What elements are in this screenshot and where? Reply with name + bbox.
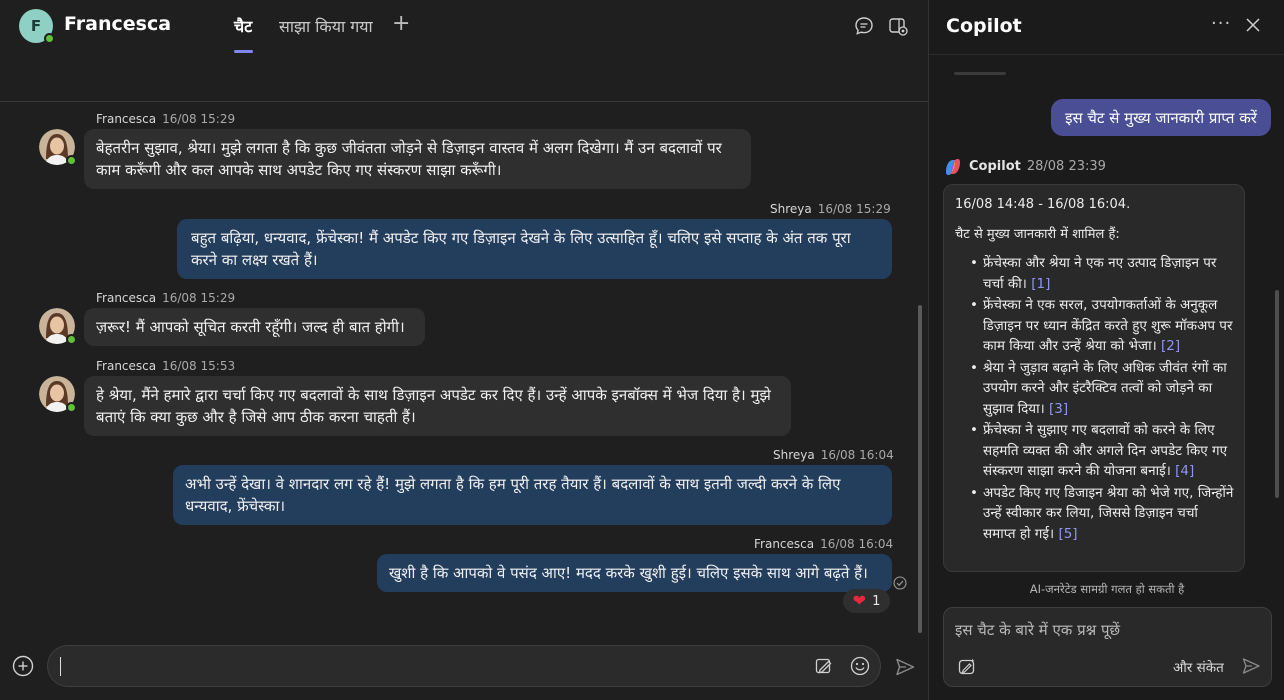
tab-chat[interactable]: चैट bbox=[234, 15, 252, 37]
avatar[interactable] bbox=[39, 376, 77, 413]
message-time: 16/08 16:04 bbox=[820, 537, 894, 551]
answer-point-text: श्रेया ने जुड़ाव बढ़ाने के लिए अधिक जीवं… bbox=[983, 359, 1227, 417]
more-icon[interactable]: ··· bbox=[1211, 13, 1231, 34]
citation-link[interactable]: [5] bbox=[1058, 526, 1077, 542]
compose-input[interactable] bbox=[58, 652, 798, 680]
message-sender: Shreya bbox=[773, 448, 815, 462]
add-tab-icon[interactable]: + bbox=[392, 12, 410, 36]
emoji-icon[interactable] bbox=[850, 656, 870, 676]
compose-box bbox=[47, 645, 881, 687]
message-bubble[interactable]: खुशी है कि आपको वे पसंद आए! मदद करके खुश… bbox=[377, 554, 892, 592]
message-time: 16/08 15:29 bbox=[817, 202, 891, 216]
list-item: फ्रेंचेस्का और श्रेया ने एक नए उत्पाद डि… bbox=[955, 253, 1234, 294]
copilot-question-input[interactable] bbox=[955, 618, 1255, 642]
message-sender: Shreya bbox=[770, 202, 812, 216]
answer-point-text: फ्रेंचेस्का ने एक सरल, उपयोगकर्ताओं के अ… bbox=[983, 297, 1233, 354]
citation-link[interactable]: [1] bbox=[1031, 276, 1050, 292]
message-bubble[interactable]: बहुत बढ़िया, धन्यवाद, फ्रेंचेस्का! मैं अ… bbox=[177, 219, 892, 279]
message-bubble[interactable]: बेहतरीन सुझाव, श्रेया। मुझे लगता है कि क… bbox=[84, 129, 751, 189]
faded-previous-text bbox=[954, 72, 1006, 75]
message-meta: Shreya 16/08 16:04 bbox=[773, 448, 894, 462]
heart-icon: ❤ bbox=[852, 591, 867, 610]
reaction-pill[interactable]: ❤ 1 bbox=[843, 589, 890, 613]
send-icon[interactable] bbox=[894, 656, 916, 678]
message-meta: Francesca 16/08 15:29 bbox=[96, 291, 235, 305]
ai-disclaimer: AI-जनरेटेड सामग्री गलत हो सकती है bbox=[1029, 582, 1185, 596]
message-time: 16/08 15:29 bbox=[162, 291, 236, 305]
contact-avatar[interactable]: F bbox=[19, 9, 55, 44]
list-item: श्रेया ने जुड़ाव बढ़ाने के लिए अधिक जीवं… bbox=[955, 358, 1234, 420]
answer-range: 16/08 14:48 - 16/08 16:04. bbox=[955, 197, 1131, 212]
chat-pane: F Francesca चैट साझा किया गया + Francesc… bbox=[0, 0, 928, 700]
chat-scrollbar[interactable] bbox=[918, 305, 922, 633]
message-bubble[interactable]: अभी उन्हें देखा। वे शानदार लग रहे हैं! म… bbox=[173, 465, 892, 525]
reaction-count: 1 bbox=[872, 593, 881, 609]
copilot-answer-card: 16/08 14:48 - 16/08 16:04. चैट से मुख्य … bbox=[943, 184, 1245, 572]
add-attachment-icon[interactable] bbox=[12, 655, 34, 677]
copilot-logo-icon bbox=[946, 159, 960, 175]
list-item: अपडेट किए गए डिजाइन श्रेया को भेजे गए, ज… bbox=[955, 483, 1234, 545]
contact-initial: F bbox=[30, 17, 42, 35]
citation-link[interactable]: [2] bbox=[1161, 338, 1180, 354]
answer-list: फ्रेंचेस्का और श्रेया ने एक नए उत्पाद डि… bbox=[955, 253, 1234, 544]
copilot-ask-box: और संकेत bbox=[943, 607, 1272, 687]
more-prompts-button[interactable]: और संकेत bbox=[1173, 658, 1224, 676]
answer-point-text: फ्रेंचेस्का और श्रेया ने एक नए उत्पाद डि… bbox=[983, 255, 1217, 292]
chat-divider bbox=[0, 101, 928, 102]
text-caret bbox=[60, 657, 61, 676]
citation-link[interactable]: [4] bbox=[1175, 463, 1194, 479]
message-sender: Francesca bbox=[96, 291, 157, 305]
message-meta: Francesca 16/08 16:04 bbox=[754, 537, 893, 551]
list-item: फ्रेंचेस्का ने एक सरल, उपयोगकर्ताओं के अ… bbox=[955, 295, 1234, 357]
copilot-scrollbar[interactable] bbox=[1275, 290, 1279, 498]
copilot-pane: Copilot ··· इस चैट से मुख्य जानकारी प्रा… bbox=[928, 0, 1284, 700]
user-prompt-bubble[interactable]: इस चैट से मुख्य जानकारी प्राप्त करें bbox=[1051, 99, 1271, 136]
presence-indicator bbox=[66, 155, 77, 166]
message-sender: Francesca bbox=[754, 537, 815, 551]
presence-indicator bbox=[66, 402, 77, 413]
prompts-icon[interactable] bbox=[957, 657, 977, 677]
copilot-toggle-icon[interactable] bbox=[887, 15, 909, 37]
tab-shared[interactable]: साझा किया गया bbox=[279, 15, 373, 37]
list-item: फ्रेंचेस्का ने सुझाए गए बदलावों को करने … bbox=[955, 420, 1234, 482]
chat-header: F Francesca चैट साझा किया गया + bbox=[0, 0, 928, 54]
close-icon[interactable] bbox=[1245, 17, 1261, 33]
presence-indicator bbox=[66, 334, 77, 345]
seen-icon bbox=[893, 576, 907, 590]
avatar[interactable] bbox=[39, 129, 77, 166]
copilot-response-sender: Copilot bbox=[969, 159, 1021, 174]
send-icon[interactable] bbox=[1241, 656, 1261, 676]
message-meta: Shreya 16/08 15:29 bbox=[770, 202, 891, 216]
copilot-title: Copilot bbox=[946, 15, 1022, 37]
message-meta: Francesca 16/08 15:53 bbox=[96, 359, 235, 373]
answer-intro: चैट से मुख्य जानकारी में शामिल हैं: bbox=[955, 227, 1120, 242]
format-icon[interactable] bbox=[814, 656, 834, 676]
message-sender: Francesca bbox=[96, 112, 157, 126]
copilot-response-meta: Copilot 28/08 23:39 bbox=[969, 159, 1106, 174]
message-bubble[interactable]: ज़रूर! मैं आपको सूचित करती रहूँगी। जल्द … bbox=[84, 308, 425, 346]
avatar[interactable] bbox=[39, 308, 77, 345]
active-tab-indicator bbox=[234, 50, 253, 53]
answer-point-text: अपडेट किए गए डिजाइन श्रेया को भेजे गए, ज… bbox=[983, 484, 1234, 542]
copilot-header-divider bbox=[929, 54, 1284, 55]
citation-link[interactable]: [3] bbox=[1049, 401, 1068, 417]
message-bubble[interactable]: हे श्रेया, मैंने हमारे द्वारा चर्चा किए … bbox=[84, 376, 791, 436]
message-time: 16/08 15:53 bbox=[162, 359, 236, 373]
message-time: 16/08 15:29 bbox=[162, 112, 236, 126]
message-time: 16/08 16:04 bbox=[820, 448, 894, 462]
presence-indicator bbox=[44, 33, 55, 44]
contact-name[interactable]: Francesca bbox=[64, 13, 171, 35]
chat-bubble-icon[interactable] bbox=[853, 15, 875, 37]
copilot-response-time: 28/08 23:39 bbox=[1026, 159, 1106, 174]
message-meta: Francesca 16/08 15:29 bbox=[96, 112, 235, 126]
message-sender: Francesca bbox=[96, 359, 157, 373]
